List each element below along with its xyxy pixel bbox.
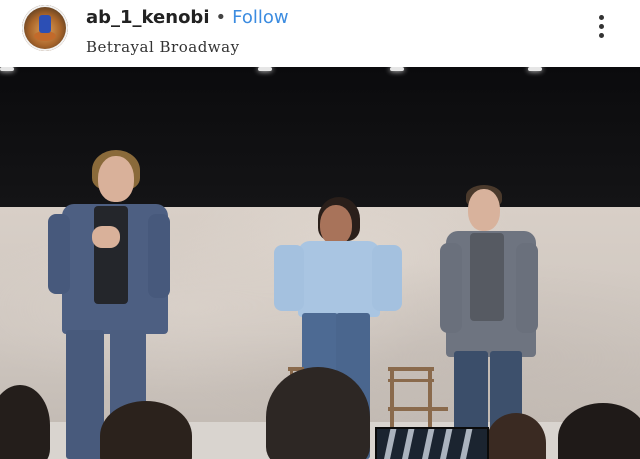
more-options-icon[interactable] [591, 12, 611, 42]
separator-dot: • [215, 6, 227, 28]
stage-chair [388, 367, 448, 427]
avatar[interactable] [22, 5, 68, 51]
user-row: ab_1_kenobi • Follow [86, 4, 289, 30]
username[interactable]: ab_1_kenobi [86, 7, 210, 28]
follow-button[interactable]: Follow [232, 7, 288, 28]
audience-head [266, 367, 370, 459]
stage-light [0, 67, 14, 71]
post-header: ab_1_kenobi • Follow Betrayal Broadway [0, 0, 640, 67]
location-link[interactable]: Betrayal Broadway [86, 38, 240, 56]
avatar-ring [22, 5, 68, 51]
stage-light [258, 67, 272, 71]
post-photo[interactable] [0, 67, 640, 459]
phone-screen [375, 427, 489, 459]
stage-light [528, 67, 542, 71]
stage-light [390, 67, 404, 71]
